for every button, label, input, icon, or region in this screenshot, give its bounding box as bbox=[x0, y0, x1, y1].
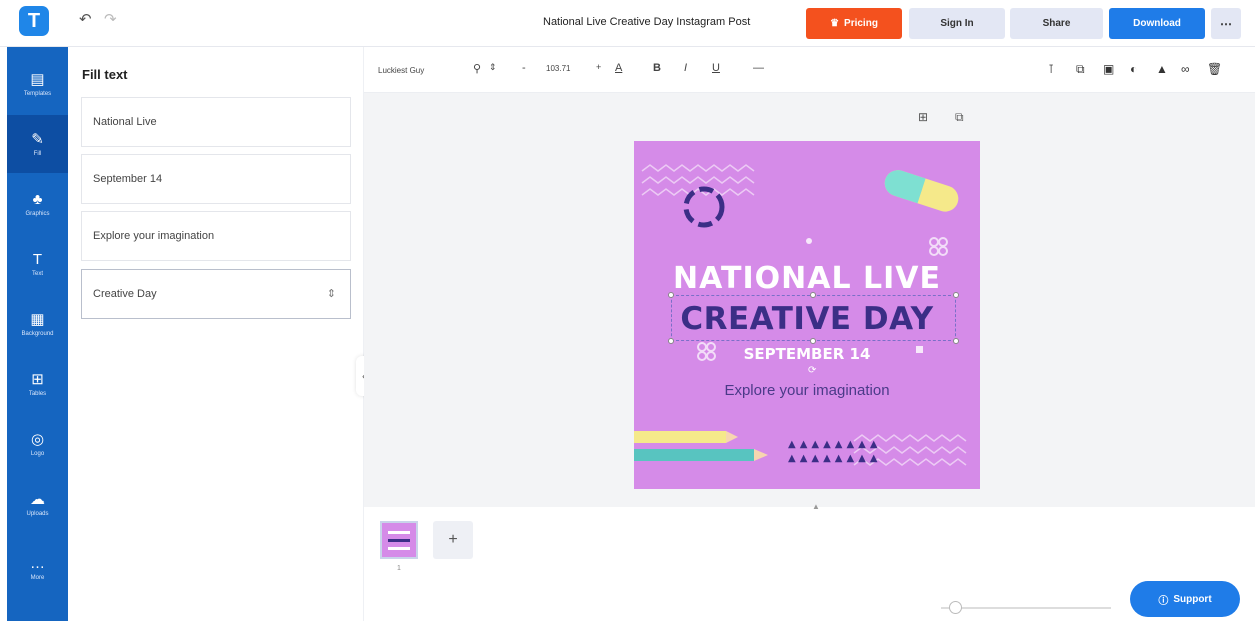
text-toolbar: Luckiest Guy ⚲ ⇕ - 103.71 + A B I U — ⊺ … bbox=[364, 47, 1255, 93]
sidebar-item-label: Text bbox=[31, 270, 43, 277]
format-painter-icon[interactable]: ⊺ bbox=[1048, 62, 1054, 76]
more-icon: … bbox=[30, 554, 45, 572]
template-icon: ▤ bbox=[30, 70, 45, 88]
selection-box[interactable] bbox=[671, 295, 956, 341]
fill-text-panel: Fill text National Live September 14 Exp… bbox=[68, 47, 364, 621]
underline-icon[interactable]: U bbox=[712, 62, 720, 74]
text-field-explore[interactable]: Explore your imagination bbox=[81, 211, 351, 261]
upload-icon: ☁ bbox=[30, 490, 45, 508]
add-page-button[interactable]: + bbox=[433, 521, 473, 559]
text-field-national-live[interactable]: National Live bbox=[81, 97, 351, 147]
rotate-icon[interactable]: ⟳ bbox=[808, 365, 816, 376]
support-label: Support bbox=[1173, 593, 1212, 605]
resize-handle-icon[interactable]: ⇕ bbox=[327, 287, 336, 300]
sidebar-item-label: Templates bbox=[23, 90, 52, 97]
copy-page-icon[interactable]: ⧉ bbox=[955, 110, 964, 125]
share-button[interactable]: Share bbox=[1010, 8, 1103, 39]
zoom-slider-track[interactable] bbox=[941, 607, 1111, 609]
sidebar-item-logo[interactable]: ◎ Logo bbox=[7, 415, 68, 473]
resize-handle[interactable] bbox=[810, 292, 816, 298]
resize-handle[interactable] bbox=[668, 292, 674, 298]
document-title[interactable]: National Live Creative Day Instagram Pos… bbox=[543, 16, 750, 28]
sidebar-item-more[interactable]: … More bbox=[7, 539, 68, 597]
background-icon: ▦ bbox=[30, 310, 45, 328]
sidebar-item-tables[interactable]: ⊞ Tables bbox=[7, 355, 68, 413]
sidebar-item-label: Tables bbox=[28, 390, 47, 397]
sidebar-item-graphics[interactable]: ♣ Graphics bbox=[7, 175, 68, 233]
logo-icon: ◎ bbox=[30, 430, 45, 448]
more-options-button[interactable]: ⋯ bbox=[1211, 8, 1241, 39]
pen-icon: ✎ bbox=[31, 130, 44, 148]
lock-icon[interactable]: ▲ bbox=[1156, 62, 1168, 76]
sidebar-item-label: More bbox=[30, 574, 45, 581]
resize-handle[interactable] bbox=[953, 338, 959, 344]
page-thumbnail[interactable] bbox=[380, 521, 418, 559]
field-value: National Live bbox=[93, 116, 157, 128]
zoom-slider-knob[interactable] bbox=[949, 601, 962, 614]
heading-national-live[interactable]: NATIONAL LIVE bbox=[634, 261, 980, 296]
sidebar-item-uploads[interactable]: ☁ Uploads bbox=[7, 475, 68, 533]
text-color-icon[interactable]: A bbox=[615, 62, 622, 74]
download-button[interactable]: Download bbox=[1109, 8, 1205, 39]
svg-text:▲▲▲▲▲▲▲▲: ▲▲▲▲▲▲▲▲ bbox=[788, 439, 882, 450]
resize-handle[interactable] bbox=[810, 338, 816, 344]
copy-icon[interactable]: ⧉ bbox=[1076, 62, 1085, 77]
delete-icon[interactable]: 🗑 bbox=[1207, 62, 1222, 76]
duplicate-page-icon[interactable]: ⊞ bbox=[918, 110, 928, 124]
left-sidebar: ▤ Templates ✎ Fill ♣ Graphics T Text ▦ B… bbox=[7, 47, 68, 621]
date-september-14[interactable]: SEPTEMBER 14 bbox=[634, 345, 980, 363]
link-icon[interactable]: ∞ bbox=[1181, 62, 1190, 76]
svg-text:▲▲▲▲▲▲▲▲: ▲▲▲▲▲▲▲▲ bbox=[788, 453, 882, 464]
font-stepper-icon[interactable]: ⇕ bbox=[489, 62, 497, 73]
search-icon[interactable]: ⚲ bbox=[473, 62, 481, 75]
sidebar-item-label: Uploads bbox=[26, 510, 49, 517]
opacity-icon[interactable]: ◐ bbox=[1130, 62, 1137, 76]
help-icon: ⓘ bbox=[1158, 595, 1169, 607]
sidebar-item-label: Fill bbox=[33, 150, 42, 157]
bold-icon[interactable]: B bbox=[653, 62, 661, 74]
top-bar: T ↶ ↷ National Live Creative Day Instagr… bbox=[0, 0, 1255, 47]
support-button[interactable]: ⓘ Support bbox=[1130, 581, 1240, 617]
sidebar-item-label: Graphics bbox=[25, 210, 50, 217]
text-icon: T bbox=[32, 250, 43, 268]
font-size-input[interactable]: 103.71 bbox=[546, 64, 570, 73]
resize-handle[interactable] bbox=[953, 292, 959, 298]
tagline-explore[interactable]: Explore your imagination bbox=[634, 382, 980, 399]
decrease-size-icon[interactable]: - bbox=[522, 62, 526, 74]
sidebar-item-background[interactable]: ▦ Background bbox=[7, 295, 68, 353]
sidebar-item-label: Logo bbox=[30, 450, 45, 457]
shapes-icon: ♣ bbox=[32, 190, 43, 208]
text-field-september[interactable]: September 14 bbox=[81, 154, 351, 204]
text-field-creative-day[interactable]: Creative Day ⇕ bbox=[81, 269, 351, 319]
crown-icon: ♛ bbox=[830, 18, 840, 29]
page-number: 1 bbox=[397, 565, 401, 572]
sidebar-item-label: Background bbox=[21, 330, 54, 337]
panel-title: Fill text bbox=[82, 67, 128, 82]
redo-icon[interactable]: ↷ bbox=[104, 10, 117, 28]
expand-pages-icon[interactable]: ▲ bbox=[812, 502, 820, 511]
pricing-label: Pricing bbox=[844, 18, 878, 29]
layer-icon[interactable]: ▣ bbox=[1103, 62, 1114, 76]
field-value: September 14 bbox=[93, 173, 163, 185]
pages-bar bbox=[364, 507, 1255, 621]
font-family-select[interactable]: Luckiest Guy bbox=[374, 62, 456, 79]
table-icon: ⊞ bbox=[31, 370, 44, 388]
field-value: Explore your imagination bbox=[93, 230, 215, 242]
resize-handle[interactable] bbox=[668, 338, 674, 344]
sidebar-item-fill[interactable]: ✎ Fill bbox=[7, 115, 68, 173]
italic-icon[interactable]: I bbox=[684, 62, 687, 74]
sign-in-button[interactable]: Sign In bbox=[909, 8, 1005, 39]
app-logo[interactable]: T bbox=[19, 6, 49, 36]
sidebar-item-templates[interactable]: ▤ Templates bbox=[7, 55, 68, 113]
field-value: Creative Day bbox=[93, 288, 157, 300]
undo-icon[interactable]: ↶ bbox=[79, 10, 92, 28]
sidebar-item-text[interactable]: T Text bbox=[7, 235, 68, 293]
pricing-button[interactable]: ♛ Pricing bbox=[806, 8, 902, 39]
increase-size-icon[interactable]: + bbox=[596, 62, 601, 72]
more-format-icon[interactable]: — bbox=[753, 62, 764, 74]
